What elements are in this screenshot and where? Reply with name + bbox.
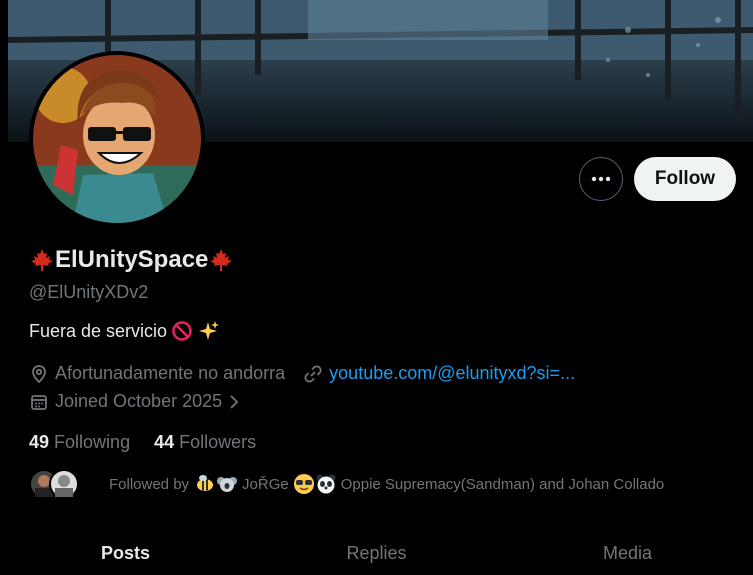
joined-row[interactable]: Joined October 2025 [29, 391, 248, 412]
location-pin-icon [32, 364, 46, 383]
tab-posts[interactable]: Posts [0, 530, 251, 575]
followed-by-user: JoŘGe [242, 475, 289, 493]
display-name: ElUnitySpace [29, 246, 234, 274]
sunglasses-face-icon [293, 474, 314, 494]
chevron-right-icon [230, 394, 239, 409]
profile-avatar[interactable] [29, 51, 205, 227]
more-dots-icon [591, 176, 611, 182]
profile-meta-row: Afortunadamente no andorra youtube.com/@… [29, 363, 575, 384]
panda-icon [316, 474, 336, 494]
bee-icon [197, 475, 214, 491]
more-options-button[interactable] [579, 157, 623, 201]
display-name-text: ElUnitySpace [55, 246, 209, 273]
followed-by-prefix: Followed by [109, 475, 190, 493]
link-icon [304, 364, 322, 383]
following-stat[interactable]: 49 Following [29, 432, 130, 453]
calendar-icon [31, 394, 47, 410]
tab-media[interactable]: Media [502, 530, 753, 575]
sparkles-icon [199, 321, 220, 340]
followed-by-text: Oppie Supremacy(Sandman) and Johan Colla… [340, 475, 665, 493]
joined-text: Joined October 2025 [55, 391, 223, 411]
user-handle: @ElUnityXDv2 [29, 282, 149, 302]
website-link[interactable]: youtube.com/@elunityxd?si=... [329, 363, 575, 384]
prohibited-icon [172, 321, 192, 341]
bio: Fuera de servicio [29, 320, 220, 342]
location-text: Afortunadamente no andorra [55, 363, 286, 383]
follow-stats: 49 Following 44 Followers [29, 432, 256, 453]
maple-leaf-icon [210, 249, 233, 271]
avatar-image [33, 55, 201, 223]
following-label: Following [54, 432, 131, 452]
followed-by[interactable]: Followed by JoŘGe Oppie Supremacy(Sandma… [29, 469, 664, 499]
tab-replies[interactable]: Replies [251, 530, 502, 575]
maple-leaf-icon [31, 249, 53, 271]
following-count: 49 [29, 432, 50, 452]
koala-icon [217, 477, 238, 492]
follow-button[interactable]: Follow [634, 157, 736, 201]
follower-avatar [49, 469, 79, 499]
bio-text: Fuera de servicio [29, 320, 168, 341]
followers-stat[interactable]: 44 Followers [154, 432, 256, 453]
followers-count: 44 [154, 432, 175, 452]
followers-label: Followers [179, 432, 257, 452]
profile-tabs: Posts Replies Media [0, 530, 753, 575]
